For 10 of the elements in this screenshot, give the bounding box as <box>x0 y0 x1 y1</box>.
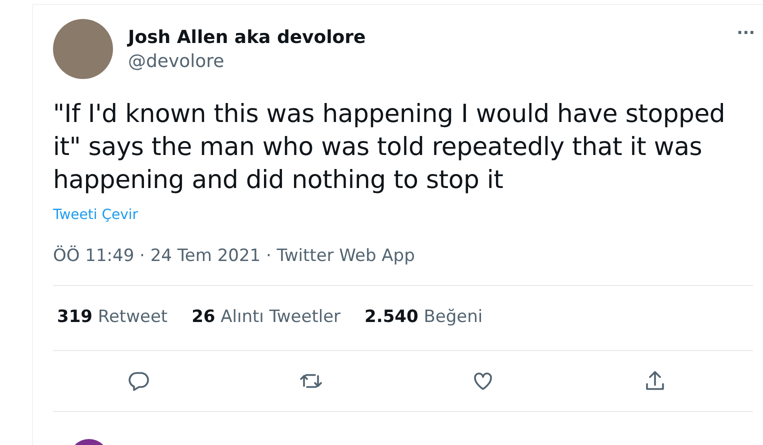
author-name[interactable]: Josh Allen aka devolore <box>128 26 737 50</box>
stat-link[interactable]: 26 Alıntı Tweetler <box>192 305 341 331</box>
share-icon[interactable] <box>643 369 667 393</box>
stat-link[interactable]: 319 Retweet <box>57 305 168 331</box>
stat-link[interactable]: 2.540 Beğeni <box>364 305 483 331</box>
tweet-text: "If I'd known this was happening I would have stopped it" says the man who was told repeatedly that it was happening and did nothing to stop it <box>53 98 726 196</box>
reply-icon[interactable] <box>127 369 151 393</box>
author-handle[interactable]: @devolore <box>128 50 737 74</box>
tweet-timestamp: ÖÖ 11:49 · 24 Tem 2021 · Twitter Web App <box>53 244 416 268</box>
more-button[interactable]: ··· <box>736 25 755 41</box>
